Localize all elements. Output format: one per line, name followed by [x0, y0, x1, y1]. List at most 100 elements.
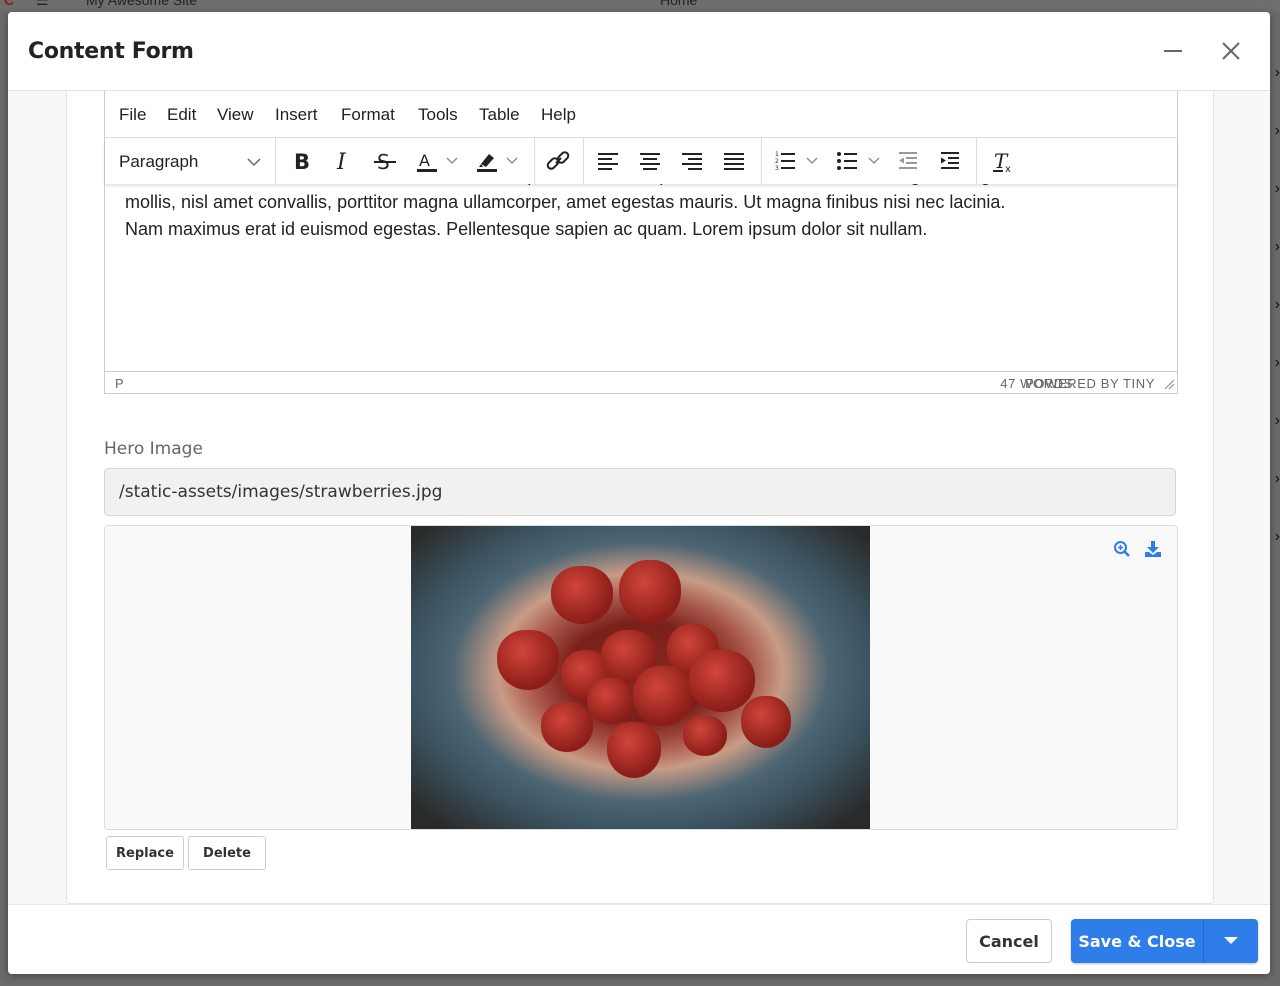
- svg-text:3: 3: [775, 165, 779, 172]
- site-name: My Awesome Site: [86, 0, 198, 8]
- cancel-button[interactable]: Cancel: [966, 919, 1052, 963]
- outdent-icon: [899, 152, 917, 169]
- editor-content-area[interactable]: Aenean ornare velit lacus, ac varius eni…: [105, 175, 1177, 371]
- align-left-icon: [598, 153, 618, 170]
- svg-text:x: x: [1005, 164, 1011, 174]
- save-close-split-button: Save & Close: [1071, 919, 1258, 963]
- resize-handle-icon[interactable]: [1163, 378, 1175, 390]
- link-group: [534, 138, 584, 184]
- close-button[interactable]: [1216, 36, 1246, 66]
- highlight-button[interactable]: [473, 148, 523, 174]
- content-form-dialog: Content Form File Edit View Insert Forma…: [8, 12, 1270, 974]
- indent-icon: [941, 152, 959, 169]
- svg-text:I: I: [336, 150, 347, 174]
- hero-image-path-field[interactable]: /static-assets/images/strawberries.jpg: [104, 468, 1176, 516]
- menu-tools[interactable]: Tools: [418, 105, 458, 125]
- background-app-bar: C ☰ My Awesome Site Home: [0, 0, 1280, 12]
- numbered-list-icon: 123: [775, 151, 818, 172]
- chevron-right-icon: ›: [1274, 528, 1280, 545]
- chevron-right-icon: ›: [1274, 238, 1280, 255]
- outdent-button[interactable]: [895, 148, 923, 174]
- text-color-icon: A: [417, 151, 458, 172]
- editor-paragraph: Aenean ornare velit lacus, ac varius eni…: [125, 175, 1135, 243]
- text-color-button[interactable]: A: [413, 148, 463, 174]
- align-justify-button[interactable]: [721, 148, 749, 174]
- menu-view[interactable]: View: [217, 105, 254, 125]
- clear-formatting-button[interactable]: Tx: [990, 148, 1018, 174]
- minimize-button[interactable]: [1158, 36, 1188, 66]
- element-path[interactable]: P: [115, 376, 124, 391]
- chevron-right-icon: ›: [1274, 412, 1280, 429]
- chevron-right-icon: ›: [1274, 64, 1280, 81]
- text-style-group: B I S A: [275, 138, 535, 184]
- delete-button[interactable]: Delete: [188, 836, 266, 870]
- dialog-header: Content Form: [8, 12, 1270, 91]
- dialog-title: Content Form: [28, 39, 194, 64]
- bullet-list-button[interactable]: [835, 148, 885, 174]
- list-group: 123: [761, 138, 977, 184]
- block-format-value: Paragraph: [119, 152, 199, 171]
- chevron-right-icon: ›: [1274, 296, 1280, 313]
- replace-button[interactable]: Replace: [106, 836, 184, 870]
- form-card: File Edit View Insert Format Tools Table…: [66, 91, 1214, 904]
- menu-icon: ☰: [36, 0, 49, 8]
- block-format-select[interactable]: Paragraph: [119, 152, 265, 172]
- zoom-in-button[interactable]: [1113, 540, 1131, 558]
- svg-text:1: 1: [775, 151, 779, 158]
- hero-image-label: Hero Image: [104, 439, 203, 459]
- italic-icon: I: [336, 150, 347, 174]
- dialog-body: File Edit View Insert Format Tools Table…: [8, 91, 1270, 904]
- bold-button[interactable]: B: [287, 148, 315, 174]
- menu-format[interactable]: Format: [341, 105, 395, 125]
- app-logo: C: [4, 0, 15, 8]
- indent-button[interactable]: [937, 148, 965, 174]
- save-close-button[interactable]: Save & Close: [1071, 919, 1204, 963]
- dialog-footer: Cancel Save & Close: [8, 904, 1270, 974]
- strawberries-image: [411, 526, 870, 829]
- align-center-button[interactable]: [637, 148, 665, 174]
- background-right: › › › › › › › › ›: [1270, 12, 1280, 986]
- content-line: mollis, nisl amet convallis, porttitor m…: [125, 192, 1006, 212]
- strikethrough-button[interactable]: S: [371, 148, 399, 174]
- link-icon: [546, 151, 570, 170]
- menu-file[interactable]: File: [119, 105, 146, 125]
- clear-format-group: Tx: [976, 138, 1036, 184]
- link-button[interactable]: [544, 148, 572, 174]
- close-icon: [1222, 42, 1240, 60]
- editor-statusbar: P 47 WORDS POWERED BY TINY: [105, 371, 1177, 393]
- strikethrough-icon: S: [374, 150, 396, 174]
- alignment-group: [583, 138, 762, 184]
- svg-text:2: 2: [775, 158, 779, 165]
- chevron-down-icon: [247, 158, 261, 167]
- chevron-right-icon: ›: [1274, 470, 1280, 487]
- align-right-button[interactable]: [679, 148, 707, 174]
- content-line: Nam maximus erat id euismod egestas. Pel…: [125, 219, 928, 239]
- zoom-in-icon: [1114, 541, 1130, 557]
- align-left-button[interactable]: [595, 148, 623, 174]
- save-options-dropdown[interactable]: [1204, 919, 1258, 963]
- menu-help[interactable]: Help: [541, 105, 576, 125]
- svg-text:B: B: [294, 150, 310, 174]
- rich-text-editor: File Edit View Insert Format Tools Table…: [104, 91, 1178, 394]
- background-left: [0, 12, 8, 986]
- caret-down-icon: [1224, 937, 1238, 944]
- italic-button[interactable]: I: [329, 148, 357, 174]
- align-right-icon: [682, 153, 702, 170]
- editor-toolbar: Paragraph B I S A 1 2 3 T x: [105, 138, 1177, 184]
- chevron-right-icon: ›: [1274, 122, 1280, 139]
- download-button[interactable]: [1144, 540, 1162, 558]
- align-center-icon: [640, 153, 660, 170]
- powered-by-link[interactable]: POWERED BY TINY: [1025, 376, 1155, 391]
- menu-table[interactable]: Table: [479, 105, 520, 125]
- menu-edit[interactable]: Edit: [167, 105, 196, 125]
- bold-icon: B: [294, 150, 310, 174]
- highlight-icon: [477, 154, 518, 172]
- menu-insert[interactable]: Insert: [275, 105, 318, 125]
- numbered-list-button[interactable]: 123: [773, 148, 823, 174]
- chevron-right-icon: ›: [1274, 180, 1280, 197]
- minimize-icon: [1164, 50, 1182, 52]
- block-format-group: Paragraph: [105, 138, 276, 184]
- align-justify-icon: [724, 153, 744, 170]
- download-icon: [1145, 541, 1161, 557]
- page-name: Home: [660, 0, 698, 8]
